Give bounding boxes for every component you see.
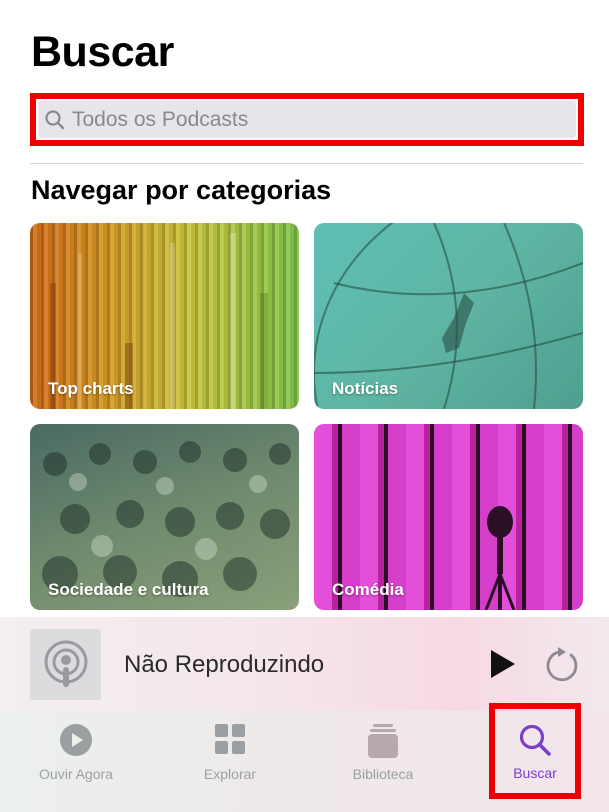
grid-icon xyxy=(215,724,245,754)
tab-listen-now[interactable]: Ouvir Agora xyxy=(20,711,132,803)
tab-label: Buscar xyxy=(513,765,557,781)
search-field[interactable] xyxy=(38,101,576,138)
now-playing-status: Não Reproduzindo xyxy=(124,651,325,678)
section-title: Navegar por categorias xyxy=(31,175,332,205)
search-input[interactable] xyxy=(72,107,552,132)
tab-browse[interactable]: Explorar xyxy=(174,711,286,803)
play-button[interactable] xyxy=(488,648,518,685)
tab-label: Ouvir Agora xyxy=(39,766,113,782)
tab-search[interactable]: Buscar xyxy=(489,703,581,799)
skip-forward-button[interactable] xyxy=(545,646,581,689)
page-title: Buscar xyxy=(31,28,174,76)
play-icon xyxy=(491,650,515,678)
library-icon xyxy=(368,724,398,758)
skip-forward-icon xyxy=(546,647,578,682)
search-bar[interactable] xyxy=(30,93,584,146)
category-society-culture[interactable]: Sociedade e cultura xyxy=(30,424,299,610)
search-icon xyxy=(45,109,65,129)
category-label: Notícias xyxy=(332,379,399,398)
tab-label: Biblioteca xyxy=(352,766,414,782)
play-circle-icon xyxy=(60,724,92,756)
podcast-artwork-placeholder xyxy=(30,629,101,700)
podcasts-icon xyxy=(44,640,87,687)
category-label: Comédia xyxy=(332,580,404,599)
tab-library[interactable]: Biblioteca xyxy=(327,711,439,803)
category-top-charts[interactable]: Top charts xyxy=(30,223,299,409)
tab-label: Explorar xyxy=(203,766,257,782)
category-label: Sociedade e cultura xyxy=(48,580,209,599)
search-icon xyxy=(519,724,551,756)
category-comedy[interactable]: Comédia xyxy=(314,424,583,610)
category-label: Top charts xyxy=(48,379,134,398)
tab-bar: Ouvir Agora Explorar Biblioteca Buscar xyxy=(0,703,609,812)
category-news[interactable]: Notícias xyxy=(314,223,583,409)
divider xyxy=(30,163,583,164)
